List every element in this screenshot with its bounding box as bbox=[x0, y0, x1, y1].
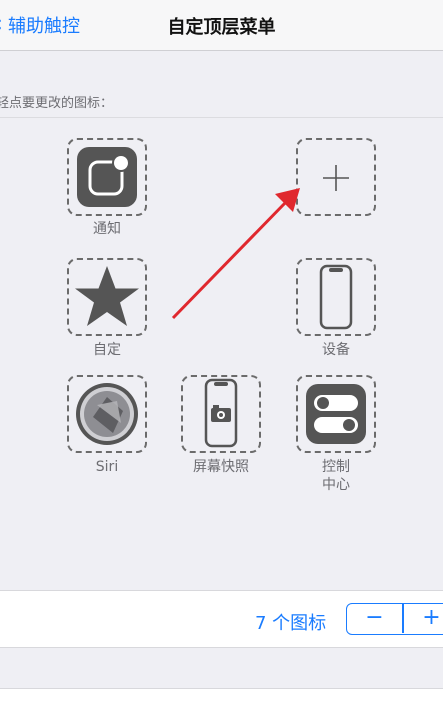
bottom-cell bbox=[0, 688, 443, 707]
decrease-button[interactable]: − bbox=[347, 604, 402, 633]
increase-button[interactable]: + bbox=[404, 604, 443, 633]
icon-count-row: 7 个图标 − + bbox=[0, 590, 443, 648]
icon-count-label: 7 个图标 bbox=[255, 613, 327, 634]
icon-count-stepper: − + bbox=[346, 603, 443, 635]
